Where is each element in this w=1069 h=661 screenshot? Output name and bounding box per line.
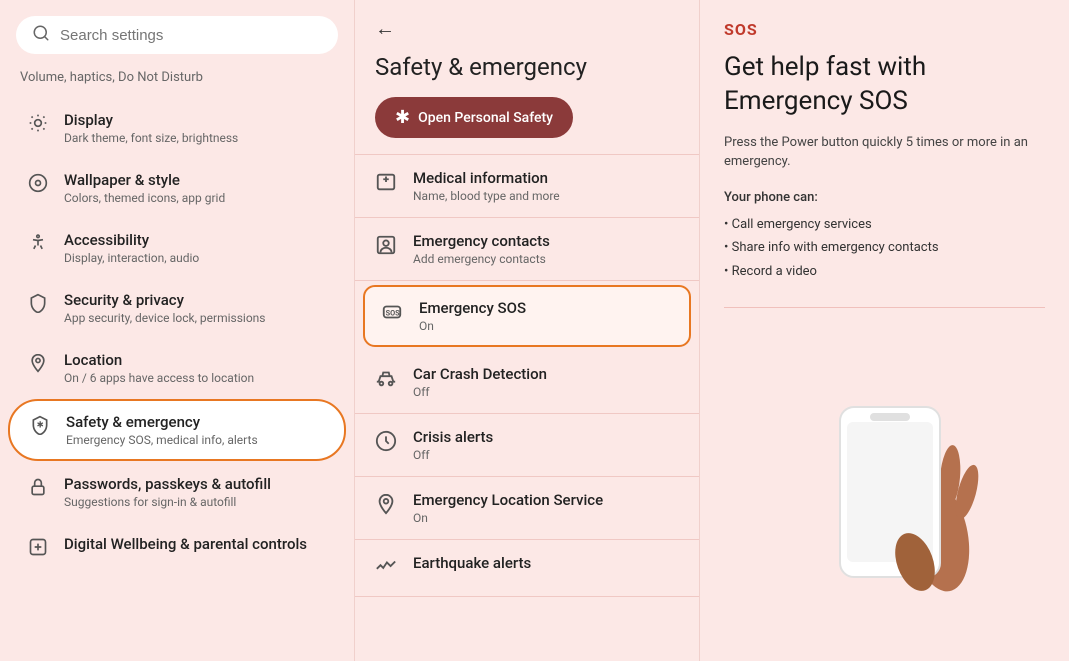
menu-item-emergency-sos[interactable]: SOS Emergency SOS On bbox=[363, 285, 691, 347]
safety-subtitle: Emergency SOS, medical info, alerts bbox=[66, 433, 258, 447]
sos-capabilities: Your phone can: • Call emergency service… bbox=[724, 186, 1045, 284]
location-subtitle: On / 6 apps have access to location bbox=[64, 371, 254, 385]
asterisk-icon: ✱ bbox=[395, 107, 410, 128]
earthquake-icon bbox=[375, 556, 397, 582]
emergency-sos-title: Emergency SOS bbox=[419, 299, 526, 317]
sidebar-item-location[interactable]: Location On / 6 apps have access to loca… bbox=[8, 339, 346, 397]
crisis-alerts-title: Crisis alerts bbox=[413, 428, 493, 446]
svg-text:SOS: SOS bbox=[386, 309, 401, 318]
back-button[interactable]: ← bbox=[375, 16, 395, 41]
car-crash-subtitle: Off bbox=[413, 385, 547, 399]
accessibility-icon bbox=[28, 233, 48, 257]
menu-item-medical[interactable]: Medical information Name, blood type and… bbox=[355, 155, 699, 218]
middle-panel: ← Safety & emergency ✱ Open Personal Saf… bbox=[355, 0, 700, 661]
display-icon bbox=[28, 113, 48, 137]
divider bbox=[724, 307, 1045, 308]
emergency-sos-subtitle: On bbox=[419, 319, 526, 333]
sidebar-item-passwords[interactable]: Passwords, passkeys & autofill Suggestio… bbox=[8, 463, 346, 521]
search-input[interactable] bbox=[60, 27, 322, 44]
sidebar-item-wallpaper[interactable]: Wallpaper & style Colors, themed icons, … bbox=[8, 159, 346, 217]
menu-item-emergency-contacts[interactable]: Emergency contacts Add emergency contact… bbox=[355, 218, 699, 281]
contacts-icon bbox=[375, 234, 397, 260]
medical-subtitle: Name, blood type and more bbox=[413, 189, 560, 203]
wellbeing-title: Digital Wellbeing & parental controls bbox=[64, 535, 307, 553]
sidebar-item-safety[interactable]: ✱ Safety & emergency Emergency SOS, medi… bbox=[8, 399, 346, 461]
location-icon bbox=[28, 353, 48, 377]
sidebar-item-security[interactable]: Security & privacy App security, device … bbox=[8, 279, 346, 337]
crisis-alerts-subtitle: Off bbox=[413, 448, 493, 462]
phone-svg bbox=[785, 377, 985, 597]
emergency-location-title: Emergency Location Service bbox=[413, 491, 603, 509]
accessibility-subtitle: Display, interaction, audio bbox=[64, 251, 199, 265]
wallpaper-subtitle: Colors, themed icons, app grid bbox=[64, 191, 225, 205]
capability-1: • Call emergency services bbox=[724, 213, 1045, 236]
sidebar-item-display[interactable]: Display Dark theme, font size, brightnes… bbox=[8, 99, 346, 157]
volume-hint: Volume, haptics, Do Not Disturb bbox=[0, 70, 354, 97]
crisis-icon bbox=[375, 430, 397, 456]
middle-header: ← bbox=[355, 0, 699, 49]
location-service-icon bbox=[375, 493, 397, 519]
menu-item-car-crash[interactable]: Car Crash Detection Off bbox=[355, 351, 699, 414]
open-personal-safety-label: Open Personal Safety bbox=[418, 110, 553, 126]
passwords-icon bbox=[28, 477, 48, 501]
emergency-contacts-subtitle: Add emergency contacts bbox=[413, 252, 550, 266]
search-bar[interactable] bbox=[16, 16, 338, 54]
menu-item-emergency-location[interactable]: Emergency Location Service On bbox=[355, 477, 699, 540]
sos-label: SOS bbox=[724, 20, 1045, 39]
emergency-contacts-title: Emergency contacts bbox=[413, 232, 550, 250]
capability-3: • Record a video bbox=[724, 260, 1045, 283]
sidebar-item-wellbeing[interactable]: Digital Wellbeing & parental controls bbox=[8, 523, 346, 573]
search-icon bbox=[32, 24, 50, 46]
sos-description: Press the Power button quickly 5 times o… bbox=[724, 133, 1045, 172]
display-subtitle: Dark theme, font size, brightness bbox=[64, 131, 238, 145]
left-navigation-panel: Volume, haptics, Do Not Disturb Display … bbox=[0, 0, 355, 661]
menu-item-crisis-alerts[interactable]: Crisis alerts Off bbox=[355, 414, 699, 477]
sidebar-item-accessibility[interactable]: Accessibility Display, interaction, audi… bbox=[8, 219, 346, 277]
wellbeing-icon bbox=[28, 537, 48, 561]
display-title: Display bbox=[64, 111, 238, 129]
panel-title: Safety & emergency bbox=[355, 49, 699, 97]
phone-can-label: Your phone can: bbox=[724, 186, 1045, 209]
passwords-title: Passwords, passkeys & autofill bbox=[64, 475, 271, 493]
earthquake-title: Earthquake alerts bbox=[413, 554, 531, 572]
right-panel: SOS Get help fast with Emergency SOS Pre… bbox=[700, 0, 1069, 661]
safety-title: Safety & emergency bbox=[66, 413, 258, 431]
accessibility-title: Accessibility bbox=[64, 231, 199, 249]
open-personal-safety-button[interactable]: ✱ Open Personal Safety bbox=[375, 97, 573, 138]
safety-icon: ✱ bbox=[30, 415, 50, 439]
emergency-location-subtitle: On bbox=[413, 511, 603, 525]
wallpaper-icon bbox=[28, 173, 48, 197]
wallpaper-title: Wallpaper & style bbox=[64, 171, 225, 189]
car-crash-icon bbox=[375, 367, 397, 393]
security-icon bbox=[28, 293, 48, 317]
security-subtitle: App security, device lock, permissions bbox=[64, 311, 265, 325]
medical-title: Medical information bbox=[413, 169, 560, 187]
sos-menu-icon: SOS bbox=[381, 301, 403, 327]
capability-2: • Share info with emergency contacts bbox=[724, 236, 1045, 259]
phone-illustration bbox=[724, 332, 1045, 641]
medical-icon bbox=[375, 171, 397, 197]
car-crash-title: Car Crash Detection bbox=[413, 365, 547, 383]
sos-main-title: Get help fast with Emergency SOS bbox=[724, 51, 1045, 119]
location-title: Location bbox=[64, 351, 254, 369]
menu-section: Medical information Name, blood type and… bbox=[355, 154, 699, 597]
passwords-subtitle: Suggestions for sign-in & autofill bbox=[64, 495, 271, 509]
svg-text:✱: ✱ bbox=[37, 421, 44, 431]
menu-item-earthquake[interactable]: Earthquake alerts bbox=[355, 540, 699, 597]
security-title: Security & privacy bbox=[64, 291, 265, 309]
